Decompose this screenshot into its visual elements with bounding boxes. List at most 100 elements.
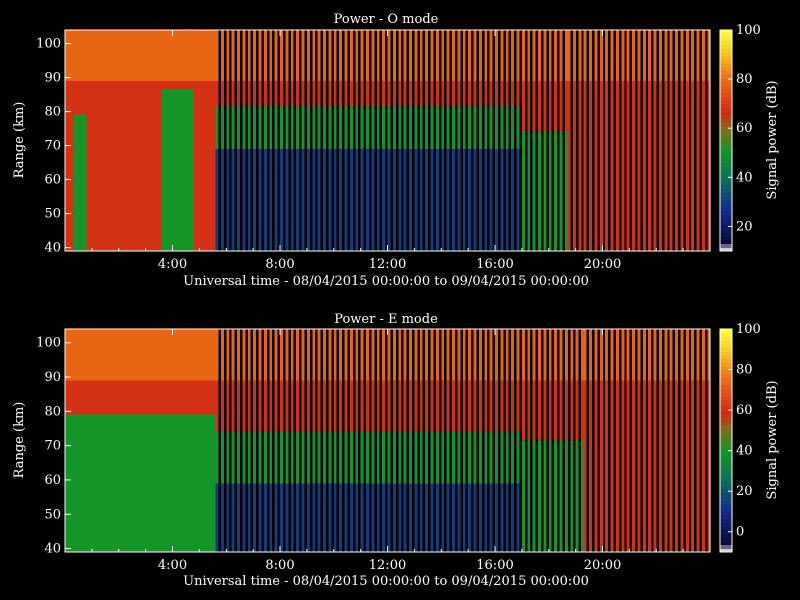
heatmap-cell — [173, 517, 181, 527]
heatmap-cell — [392, 517, 396, 527]
heatmap-cell — [505, 234, 509, 243]
heatmap-cell — [207, 98, 215, 107]
heatmap-cell — [532, 217, 536, 226]
heatmap-cell — [468, 38, 472, 47]
heatmap-cell — [658, 115, 662, 124]
heatmap-cell — [516, 132, 520, 141]
heatmap-cell — [71, 380, 74, 390]
heatmap-cell — [403, 371, 407, 381]
heatmap-cell — [167, 346, 174, 355]
heatmap-cell — [185, 500, 193, 510]
heatmap-cell — [274, 414, 278, 424]
heatmap-cell — [446, 217, 450, 226]
heatmap-cell — [441, 47, 445, 56]
heatmap-cell — [360, 440, 364, 450]
heatmap-cell — [237, 132, 240, 141]
heatmap-cell — [180, 449, 186, 458]
heatmap-cell — [376, 225, 380, 234]
heatmap-cell — [642, 72, 646, 81]
heatmap-cell — [339, 149, 343, 158]
heatmap-cell — [425, 389, 429, 398]
heatmap-cell — [484, 115, 488, 124]
heatmap-cell — [632, 217, 636, 226]
heatmap-cell — [194, 208, 201, 217]
heatmap-cell — [355, 200, 359, 209]
heatmap-cell — [296, 491, 300, 501]
heatmap-cell — [382, 166, 386, 175]
heatmap-cell — [543, 106, 547, 115]
heatmap-cell — [344, 363, 348, 372]
heatmap-cell — [263, 72, 267, 81]
heatmap-cell — [500, 30, 504, 39]
heatmap-cell — [371, 217, 375, 226]
heatmap-cell — [495, 140, 498, 149]
heatmap-cell — [133, 329, 141, 338]
heatmap-cell — [610, 55, 614, 64]
heatmap-cell — [306, 517, 310, 527]
heatmap-cell — [371, 89, 375, 98]
heatmap-cell — [215, 371, 219, 381]
heatmap-cell — [99, 81, 107, 90]
heatmap-cell — [414, 106, 418, 115]
heatmap-cell — [349, 47, 353, 56]
heatmap-cell — [664, 55, 668, 64]
heatmap-cell — [505, 200, 509, 209]
heatmap-cell — [296, 500, 300, 510]
heatmap-cell — [366, 217, 369, 226]
heatmap-cell — [658, 106, 662, 115]
heatmap-cell — [387, 208, 391, 217]
heatmap-cell — [696, 242, 700, 251]
heatmap-cell — [215, 81, 219, 90]
heatmap-cell — [691, 55, 695, 64]
heatmap-cell — [79, 242, 87, 251]
heatmap-cell — [339, 132, 343, 141]
heatmap-cell — [306, 491, 310, 501]
heatmap-cell — [247, 174, 251, 183]
heatmap-cell — [269, 72, 273, 81]
heatmap-cell — [133, 174, 141, 183]
heatmap-cell — [495, 89, 498, 98]
heatmap-cell — [344, 431, 348, 441]
heatmap-cell — [403, 132, 407, 141]
heatmap-cell — [126, 534, 134, 544]
heatmap-cell — [675, 140, 679, 149]
heatmap-cell — [323, 534, 326, 544]
heatmap-cell — [457, 183, 461, 192]
heatmap-cell — [301, 491, 305, 501]
heatmap-cell — [658, 132, 662, 141]
heatmap-cell — [382, 72, 386, 81]
heatmap-cell — [505, 183, 509, 192]
heatmap-cell — [653, 72, 657, 81]
heatmap-cell — [543, 149, 547, 158]
heatmap-cell — [648, 174, 652, 183]
heatmap-cell — [253, 363, 257, 372]
heatmap-cell — [333, 380, 337, 390]
heatmap-cell — [86, 225, 94, 234]
heatmap-cell — [207, 225, 215, 234]
heatmap-cell — [71, 517, 74, 527]
heatmap-cell — [516, 242, 520, 251]
heatmap-cell — [462, 64, 466, 73]
heatmap-cell — [339, 191, 343, 200]
heatmap-cell — [398, 346, 402, 355]
heatmap-cell — [468, 55, 472, 64]
heatmap-cell — [126, 149, 134, 158]
heatmap-cell — [328, 466, 332, 475]
heatmap-cell — [691, 157, 695, 166]
heatmap-cell — [333, 208, 337, 217]
heatmap-cell — [505, 81, 509, 90]
heatmap-cell — [446, 89, 450, 98]
heatmap-cell — [269, 423, 273, 432]
heatmap-cell — [317, 115, 321, 124]
heatmap-cell — [73, 132, 80, 141]
heatmap-cell — [527, 106, 531, 115]
heatmap-cell — [632, 242, 636, 251]
heatmap-cell — [495, 191, 498, 200]
heatmap-cell — [564, 55, 568, 64]
heatmap-cell — [648, 55, 652, 64]
heatmap-cell — [371, 149, 375, 158]
heatmap-cell — [484, 72, 488, 81]
heatmap-cell — [113, 354, 121, 364]
heatmap-cell — [559, 242, 563, 251]
heatmap-cell — [99, 217, 107, 226]
